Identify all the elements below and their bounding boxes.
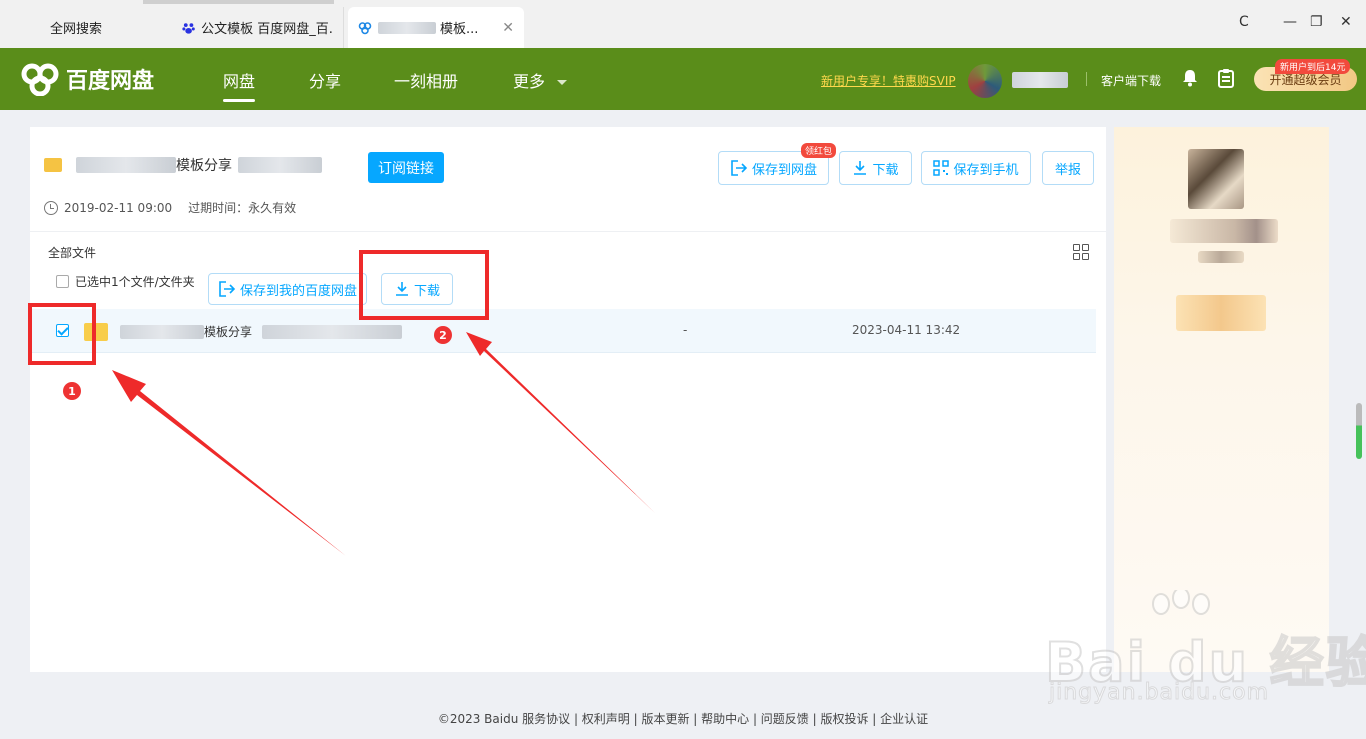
app-header: 百度网盘 网盘 分享 一刻相册 更多 新用户专享！特惠购SVIP 客户端下载 开… — [0, 48, 1366, 110]
baidu-pan-logo-icon — [21, 63, 59, 96]
tab-search[interactable]: 全网搜索 — [40, 7, 170, 48]
scroll-indicator[interactable] — [1356, 403, 1362, 459]
blurred-text — [1170, 219, 1278, 243]
selection-toolbar: 已选中1个文件/文件夹 — [56, 273, 195, 290]
nav-more-label: 更多 — [513, 72, 546, 91]
username-blurred — [1012, 72, 1068, 88]
tab-search-label: 全网搜索 — [50, 22, 103, 37]
red-packet-badge: 领红包 — [801, 143, 837, 158]
watermark-url: jingyan.baidu.com — [1048, 680, 1270, 706]
nav-share[interactable]: 分享 — [309, 68, 341, 92]
blurred-text — [238, 157, 322, 173]
nav-wangpan[interactable]: 网盘 — [223, 68, 256, 102]
share-meta: 2019-02-11 09:00 过期时间：永久有效 — [44, 199, 296, 216]
annotation-marker-1: 1 — [63, 382, 81, 400]
baidu-paw-icon — [182, 22, 195, 34]
annotation-marker-2: 2 — [434, 326, 452, 344]
file-name[interactable]: 模板分享 — [120, 323, 403, 340]
annotation-box-2 — [359, 250, 489, 320]
download-button-top[interactable]: 下载 — [839, 151, 912, 185]
tab-gongwen[interactable]: 公文模板 百度网盘_百... — [172, 7, 344, 48]
save-to-my-pan-button[interactable]: 保存到我的百度网盘 — [208, 273, 367, 305]
nav-album[interactable]: 一刻相册 — [394, 68, 458, 92]
clock-icon — [44, 200, 58, 215]
share-title-text: 模板分享 — [176, 158, 232, 174]
reload-icon[interactable]: C — [1239, 14, 1249, 30]
file-size: - — [683, 323, 688, 337]
selected-count-text: 已选中1个文件/文件夹 — [75, 275, 195, 289]
blurred-image — [1188, 149, 1244, 209]
client-download-link[interactable]: 客户端下载 — [1101, 72, 1161, 89]
select-all-checkbox[interactable] — [56, 275, 69, 288]
clipboard-icon[interactable] — [1216, 68, 1236, 88]
svip-promo-link[interactable]: 新用户专享！特惠购SVIP — [821, 72, 956, 89]
baidu-jingyan-watermark: Bai du 经验 jingyan.baidu.com — [1044, 590, 1366, 710]
save-icon — [219, 281, 236, 297]
save-to-my-pan-label: 保存到我的百度网盘 — [239, 283, 357, 299]
report-button[interactable]: 举报 — [1042, 151, 1094, 185]
file-date: 2023-04-11 13:42 — [852, 323, 961, 337]
logo-text: 百度网盘 — [66, 69, 155, 94]
avatar[interactable] — [968, 64, 1002, 98]
share-date: 2019-02-11 09:00 — [64, 200, 173, 215]
save-to-pan-label: 保存到网盘 — [751, 162, 817, 178]
header-divider — [1086, 72, 1087, 86]
blurred-text — [378, 21, 436, 34]
blurred-text — [76, 157, 176, 173]
blurred-text — [120, 324, 204, 339]
tab-active-share[interactable]: 模板... ✕ — [348, 7, 524, 48]
tab-close-icon[interactable]: ✕ — [502, 20, 514, 36]
qrcode-icon — [933, 160, 950, 176]
save-to-phone-label: 保存到手机 — [953, 162, 1019, 178]
download-icon — [854, 161, 867, 175]
browser-tab-strip: 全网搜索 公文模板 百度网盘_百... 模板... ✕ C — ❐ ✕ — [0, 0, 1366, 48]
bell-icon[interactable] — [1180, 68, 1200, 88]
tab-gongwen-label: 公文模板 百度网盘_百... — [201, 22, 333, 37]
blurred-text — [1198, 251, 1244, 263]
divider — [30, 231, 1106, 232]
folder-icon — [44, 158, 62, 172]
chevron-down-icon — [557, 80, 568, 85]
logo[interactable]: 百度网盘 — [20, 62, 154, 96]
save-icon — [731, 160, 748, 176]
download-top-label: 下载 — [872, 162, 899, 178]
share-expire: 过期时间：永久有效 — [188, 201, 297, 215]
annotation-box-1 — [28, 303, 96, 365]
nav-more[interactable]: 更多 — [513, 68, 568, 92]
table-row[interactable]: 模板分享 - 2023-04-11 13:42 — [30, 309, 1096, 353]
breadcrumb[interactable]: 全部文件 — [48, 244, 96, 261]
save-to-phone-button[interactable]: 保存到手机 — [921, 151, 1031, 185]
close-window-icon[interactable]: ✕ — [1340, 14, 1352, 30]
restore-icon[interactable]: ❐ — [1310, 14, 1323, 30]
minimize-icon[interactable]: — — [1283, 14, 1297, 30]
subscribe-link-button[interactable]: 订阅链接 — [368, 152, 444, 183]
file-name-text: 模板分享 — [204, 325, 253, 339]
blurred-text — [262, 324, 403, 339]
footer-links: ©2023 Baidu 服务协议 | 权利声明 | 版本更新 | 帮助中心 | … — [437, 712, 929, 726]
tab-active-label: 模板... — [440, 22, 479, 37]
blurred-button — [1176, 295, 1266, 331]
tab-strip-top-accent — [143, 0, 334, 4]
grid-view-icon[interactable] — [1073, 244, 1089, 260]
vip-promo-badge: 新用户到后14元 — [1275, 59, 1351, 74]
baidu-pan-icon — [358, 21, 372, 34]
share-title: 模板分享 — [44, 155, 322, 175]
share-main-panel: 模板分享 订阅链接 保存到网盘 领红包 下载 保存到手机 举报 2019-02-… — [30, 127, 1106, 672]
